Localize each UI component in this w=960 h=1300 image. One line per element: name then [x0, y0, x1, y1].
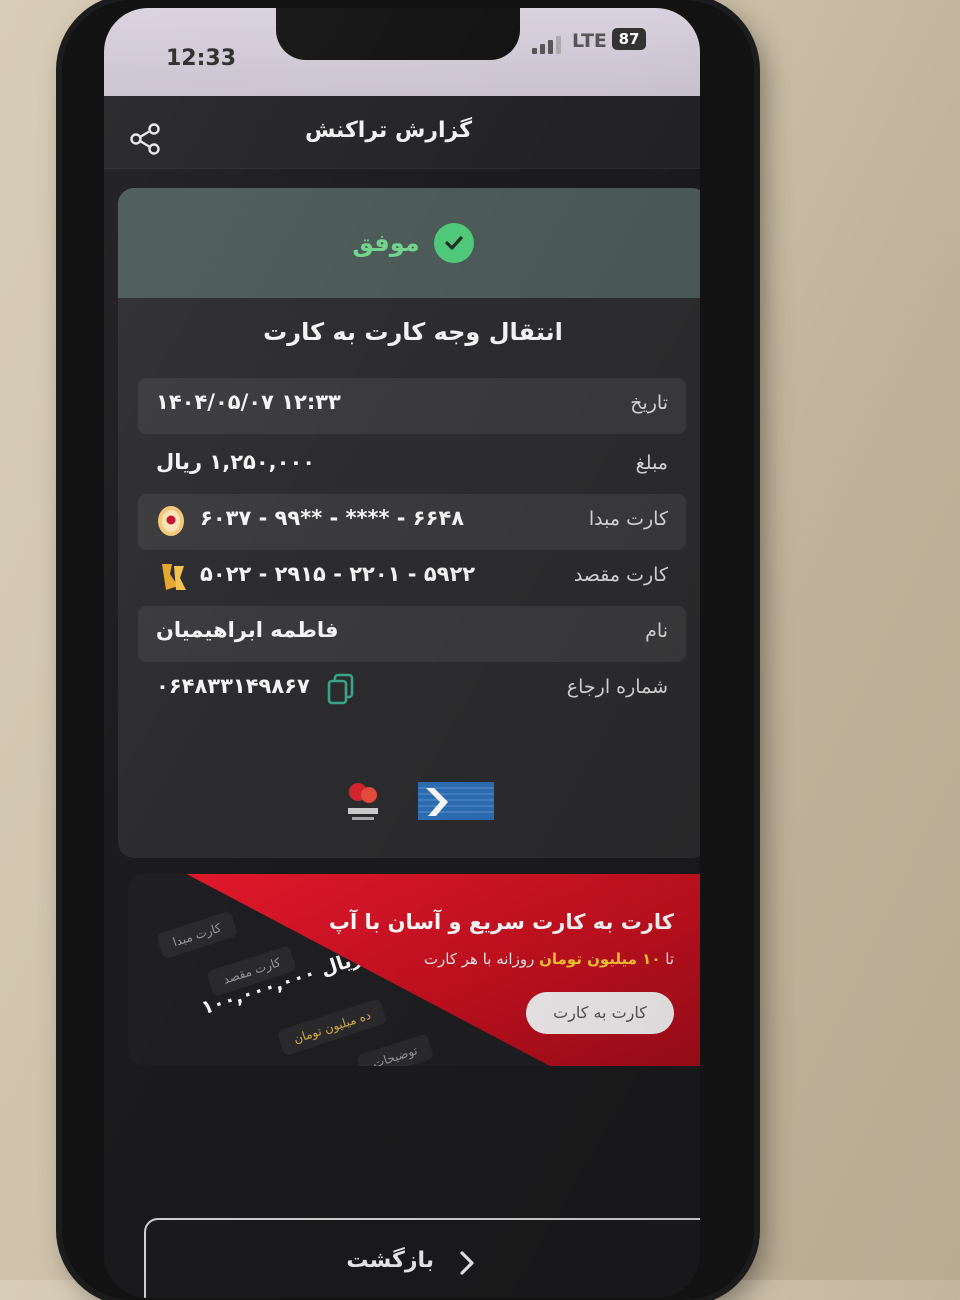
partner-logos: [118, 778, 700, 828]
promo-subtitle-highlight: ۱۰ میلیون تومان: [539, 950, 661, 968]
promo-banner[interactable]: کارت مبدا کارت مقصد ۱۰۰,۰۰۰,۰۰۰ ریال ده …: [128, 874, 700, 1066]
detail-row-dest-card: کارت مقصد ۵۰۲۲ - ۲۹۱۵ - ۲۲۰۱ - ۵۹۲۲: [138, 550, 686, 606]
detail-row-name: نام فاطمه ابراهیمیان: [138, 606, 686, 662]
transaction-type: انتقال وجه کارت به کارت: [263, 318, 563, 346]
share-icon[interactable]: [128, 122, 162, 156]
card-to-card-button[interactable]: کارت به کارت: [526, 992, 674, 1034]
source-bank-logo-icon: [158, 506, 184, 536]
phone-frame: 12:33 LTE 87 گزارش تراکنش موفق انتقال وج…: [62, 0, 754, 1300]
detail-label: کارت مقصد: [573, 564, 668, 586]
detail-label: نام: [645, 620, 668, 642]
back-button-label: بازگشت: [346, 1248, 434, 1273]
promo-subtitle-suffix: روزانه با هر کارت: [423, 950, 540, 968]
back-button[interactable]: بازگشت: [144, 1218, 700, 1298]
bank-partner-logo-icon: [418, 782, 494, 820]
page-title: گزارش تراکنش: [304, 118, 472, 143]
phone-screen: 12:33 LTE 87 گزارش تراکنش موفق انتقال وج…: [104, 8, 700, 1298]
mock-source-field: کارت مبدا: [155, 910, 239, 960]
promo-subtitle-prefix: تا: [660, 950, 674, 968]
dest-bank-logo-icon: [162, 564, 186, 590]
detail-label: تاریخ: [630, 392, 668, 414]
detail-value: ۶۰۳۷ - ۹۹** - **** - ۶۶۴۸: [200, 506, 465, 530]
reference-number: ۰۶۴۸۳۳۱۴۹۸۶۷: [156, 674, 310, 698]
detail-value: فاطمه ابراهیمیان: [156, 618, 339, 642]
promo-title: کارت به کارت سریع و آسان با آپ: [328, 910, 674, 934]
shaparak-logo-icon: [348, 783, 378, 820]
detail-row-amount: مبلغ ۱,۲۵۰,۰۰۰ ریال: [138, 438, 686, 494]
detail-row-source-card: کارت مبدا ۶۰۳۷ - ۹۹** - **** - ۶۶۴۸: [138, 494, 686, 550]
mock-description: توضیحات: [355, 1033, 435, 1066]
status-text: موفق: [352, 229, 420, 257]
network-label: LTE: [572, 30, 607, 52]
status-banner: موفق: [118, 188, 700, 298]
receipt-card: موفق انتقال وجه کارت به کارت تاریخ ۱۴۰۴/…: [118, 188, 700, 858]
detail-row-reference: شماره ارجاع ۰۶۴۸۳۳۱۴۹۸۶۷: [138, 662, 686, 718]
battery-icon: 87: [612, 28, 646, 50]
mock-amount-words: ده میلیون تومان: [276, 997, 388, 1057]
status-bar: 12:33 LTE 87: [104, 8, 700, 96]
signal-icon: [532, 34, 561, 54]
detail-row-date: تاریخ ۱۴۰۴/۰۵/۰۷ ۱۲:۳۳: [138, 378, 686, 434]
status-time: 12:33: [166, 46, 237, 71]
detail-value: ۱۴۰۴/۰۵/۰۷ ۱۲:۳۳: [156, 390, 341, 414]
check-icon: [433, 223, 474, 263]
copy-icon[interactable]: [326, 672, 356, 706]
detail-label: شماره ارجاع: [566, 676, 668, 698]
app-bar: گزارش تراکنش: [104, 96, 700, 169]
promo-subtitle: تا ۱۰ میلیون تومان روزانه با هر کارت: [424, 950, 674, 968]
detail-label: کارت مبدا: [588, 508, 668, 530]
chevron-right-icon: [460, 1251, 474, 1275]
detail-value: ۵۰۲۲ - ۲۹۱۵ - ۲۲۰۱ - ۵۹۲۲: [200, 562, 476, 586]
detail-label: مبلغ: [635, 452, 668, 474]
detail-value: ۱,۲۵۰,۰۰۰ ریال: [156, 450, 316, 474]
notch: [276, 8, 520, 60]
